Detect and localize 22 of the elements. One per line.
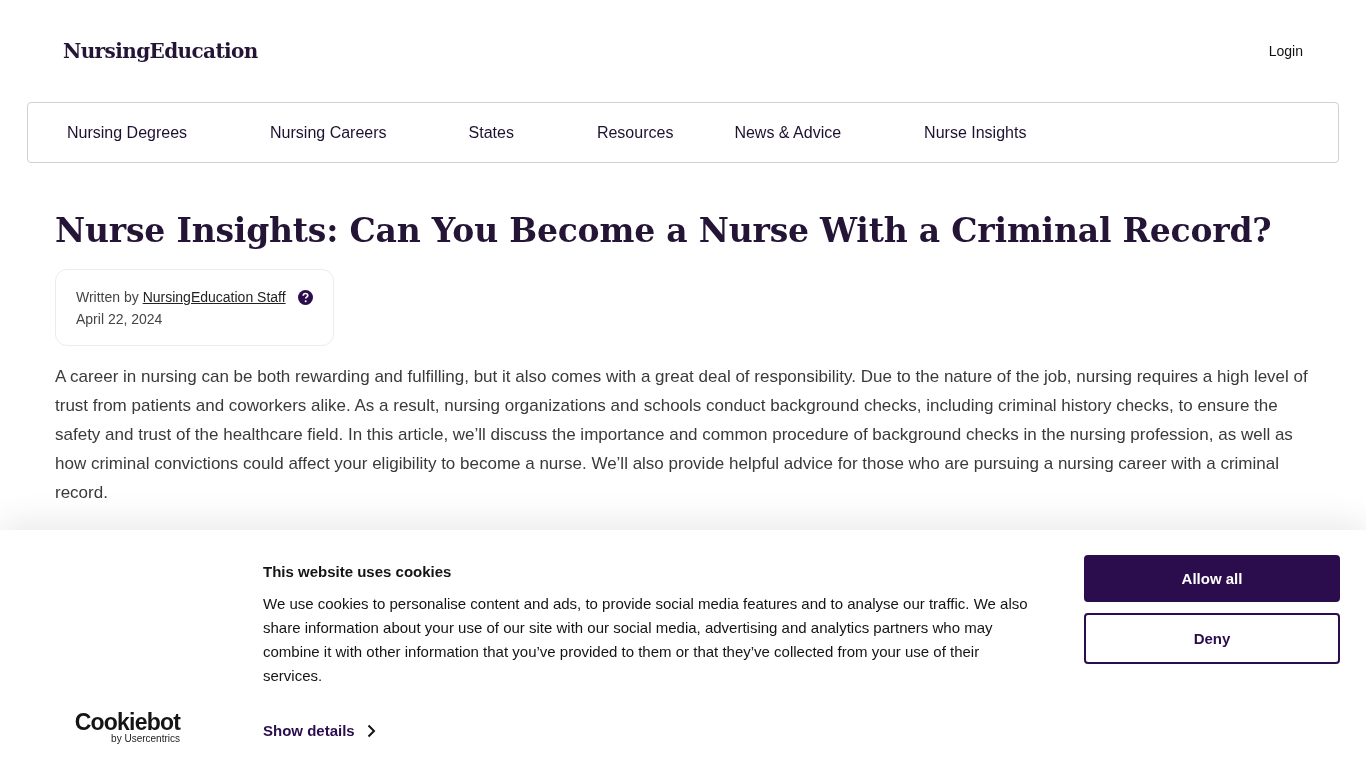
logo-subtext: by Usercentrics [111,733,180,744]
nav-link[interactable]: News & Advice [734,123,842,142]
logo-text: Cookiebot [74,711,180,733]
help-icon[interactable] [297,289,313,305]
cookie-text: We use cookies to personalise content and ads, to provide social media features and to analyse our traffic. We also share information about your use of our site with our social media, advertising and analytics partners who may combine it with other information that you’ve provided to them or that they’ve collected from your use of their services. [263,594,1029,686]
allow-all-button[interactable]: Allow all [1084,555,1340,602]
site-logo[interactable]: NursingEducation [63,39,258,63]
cookie-title: This website uses cookies [263,563,453,580]
nav-link[interactable]: States [468,123,514,142]
show-details-link[interactable]: Show details [263,722,376,739]
publish-date: April 22, 2024 [76,311,164,327]
login-link[interactable]: Login [1268,43,1303,59]
chevron-right-icon [366,723,376,738]
byline: Written by NursingEducation Staff [76,289,286,305]
deny-button[interactable]: Deny [1084,613,1340,664]
nav-link[interactable]: Nurse Insights [924,123,1027,142]
nav-link[interactable]: Nursing Degrees [67,123,188,142]
article-title: Nurse Insights: Can You Become a Nurse With a Criminal Record? [55,211,1273,250]
nav-link[interactable]: Resources [596,123,674,142]
nav-link[interactable]: Nursing Careers [270,123,387,142]
article-intro: A career in nursing can be both rewarding and fulfilling, but it also comes with a great deal of responsibility. Due to the nature of the job, nursing requires a high level of trust from patients and coworkers alike. As a result, nursing organizations and schools conduct background checks, including criminal history checks, to ensure the safety and trust of the healthcare field. In this article, we’ll discuss the importance and common procedure of background checks in the nursing profession, as well as how criminal convictions could affect your eligibility to become a nurse. We’ll also provide helpful advice for those who are pursuing a nursing career with a criminal record. [55,366,1309,504]
author-link[interactable]: NursingEducation Staff [142,289,286,305]
